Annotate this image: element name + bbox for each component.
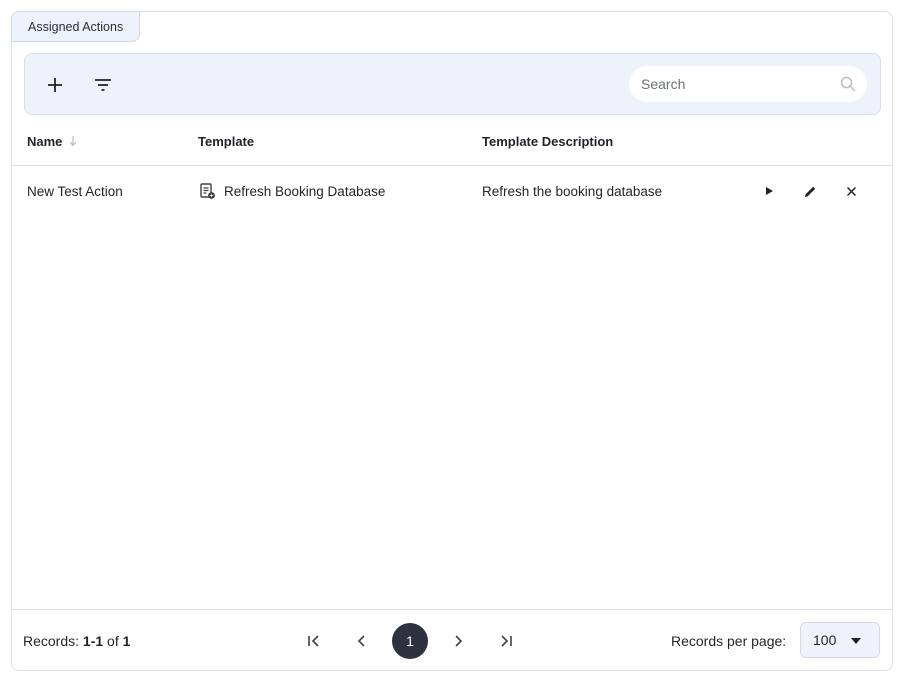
records-label: Records: xyxy=(23,633,83,649)
records-per-page-label: Records per page: xyxy=(671,633,787,649)
search-box xyxy=(629,66,867,102)
prev-page-icon xyxy=(357,635,365,647)
cell-name: New Test Action xyxy=(27,183,123,199)
current-page-button[interactable]: 1 xyxy=(392,623,428,659)
filter-icon xyxy=(95,79,111,91)
last-page-icon xyxy=(501,635,512,647)
play-icon xyxy=(766,187,773,195)
template-document-icon xyxy=(200,183,215,199)
next-page-button[interactable] xyxy=(440,623,476,659)
table-header: Name Template Template Description xyxy=(12,116,892,166)
assigned-actions-panel: Assigned Actions Name Template xyxy=(11,11,893,671)
column-header-name[interactable]: Name xyxy=(27,116,78,166)
edit-action-button[interactable] xyxy=(798,179,822,203)
toolbar xyxy=(24,53,881,115)
column-header-description[interactable]: Template Description xyxy=(482,116,613,166)
records-of: of xyxy=(103,633,123,649)
records-per-page-value: 100 xyxy=(813,632,837,648)
caret-down-icon xyxy=(851,638,861,644)
add-button[interactable] xyxy=(39,69,71,101)
pencil-icon xyxy=(804,186,815,197)
records-summary: Records: 1-1 of 1 xyxy=(23,610,130,672)
previous-page-button[interactable] xyxy=(344,623,380,659)
search-input[interactable] xyxy=(641,76,831,92)
run-action-button[interactable] xyxy=(757,179,781,203)
column-header-template[interactable]: Template xyxy=(198,116,254,166)
records-per-page-select[interactable]: 100 xyxy=(800,622,880,658)
search-icon[interactable] xyxy=(840,76,856,92)
column-header-name-label: Name xyxy=(27,133,63,149)
close-icon xyxy=(846,186,856,196)
first-page-button[interactable] xyxy=(296,623,332,659)
records-total: 1 xyxy=(122,633,131,649)
delete-action-button[interactable] xyxy=(839,179,863,203)
cell-template-label: Refresh Booking Database xyxy=(224,183,386,199)
table-footer: Records: 1-1 of 1 1 Records per page: 10… xyxy=(12,609,892,671)
arrow-down-icon xyxy=(69,136,77,147)
cell-description: Refresh the booking database xyxy=(482,183,663,199)
cell-template: Refresh Booking Database xyxy=(198,167,385,215)
records-range: 1-1 xyxy=(82,633,104,649)
plus-icon xyxy=(48,78,62,92)
filter-button[interactable] xyxy=(87,69,119,101)
last-page-button[interactable] xyxy=(488,623,524,659)
first-page-icon xyxy=(308,635,319,647)
table-row[interactable]: New Test Action Refresh Booking Database… xyxy=(12,167,892,215)
next-page-icon xyxy=(455,635,463,647)
panel-title-tab: Assigned Actions xyxy=(11,11,141,42)
